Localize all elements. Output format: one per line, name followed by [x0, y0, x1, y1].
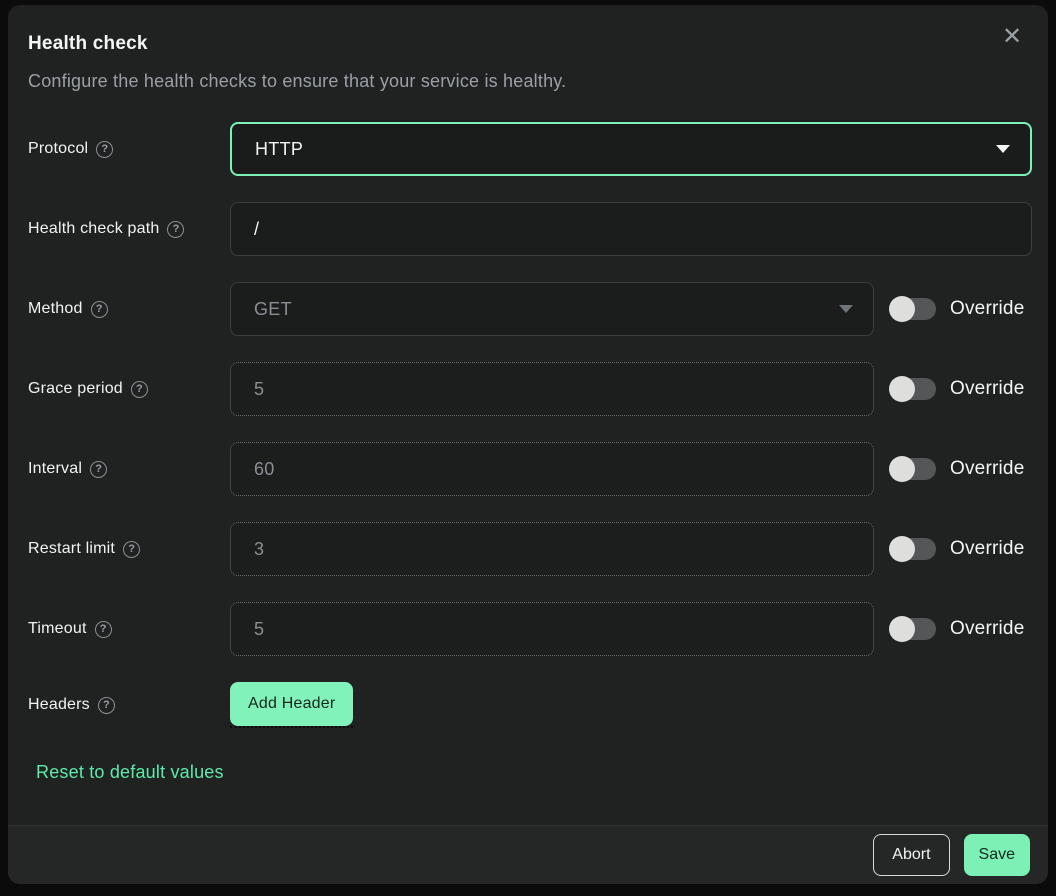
restart-limit-input[interactable] [230, 522, 874, 576]
restart-limit-label: Restart limit [28, 540, 115, 558]
override-toggle-timeout[interactable]: Override [890, 618, 1024, 640]
chevron-down-icon [996, 145, 1010, 153]
override-toggle-restart-limit[interactable]: Override [890, 538, 1024, 560]
field-row-method: Method ? GET Override [28, 282, 1032, 336]
add-header-button[interactable]: Add Header [230, 682, 353, 726]
override-toggle-interval[interactable]: Override [890, 458, 1024, 480]
field-row-restart-limit: Restart limit ? Override [28, 522, 1032, 576]
health-check-modal: Health check ✕ Configure the health chec… [8, 5, 1048, 884]
chevron-down-icon [839, 305, 853, 313]
help-icon[interactable]: ? [98, 697, 115, 714]
method-select-value: GET [254, 299, 292, 320]
grace-period-input[interactable] [230, 362, 874, 416]
help-icon[interactable]: ? [131, 381, 148, 398]
page-title: Health check [28, 33, 1032, 55]
override-toggle-method[interactable]: Override [890, 298, 1024, 320]
form-rows: Protocol ? HTTP Health check path ? [28, 122, 1032, 728]
reset-to-defaults-link[interactable]: Reset to default values [36, 762, 224, 783]
field-row-path: Health check path ? [28, 202, 1032, 256]
field-row-headers: Headers ? Add Header [28, 682, 1032, 728]
protocol-label: Protocol [28, 140, 88, 158]
override-label: Override [950, 458, 1024, 480]
help-icon[interactable]: ? [95, 621, 112, 638]
help-icon[interactable]: ? [167, 221, 184, 238]
method-select[interactable]: GET [230, 282, 874, 336]
help-icon[interactable]: ? [123, 541, 140, 558]
timeout-label: Timeout [28, 620, 87, 638]
close-icon[interactable]: ✕ [996, 21, 1028, 53]
toggle-knob [889, 616, 915, 642]
path-label: Health check path [28, 220, 159, 238]
interval-label: Interval [28, 460, 82, 478]
override-label: Override [950, 538, 1024, 560]
toggle-track [890, 618, 936, 640]
help-icon[interactable]: ? [91, 301, 108, 318]
grace-period-label: Grace period [28, 380, 123, 398]
protocol-select-value: HTTP [255, 139, 303, 160]
toggle-knob [889, 376, 915, 402]
field-row-interval: Interval ? Override [28, 442, 1032, 496]
headers-label: Headers [28, 696, 90, 714]
toggle-track [890, 298, 936, 320]
modal-subtitle: Configure the health checks to ensure th… [28, 71, 1032, 92]
override-label: Override [950, 378, 1024, 400]
modal-footer: Abort Save [8, 825, 1048, 884]
abort-button[interactable]: Abort [873, 834, 949, 876]
field-row-grace-period: Grace period ? Override [28, 362, 1032, 416]
help-icon[interactable]: ? [96, 141, 113, 158]
field-row-protocol: Protocol ? HTTP [28, 122, 1032, 176]
override-label: Override [950, 618, 1024, 640]
toggle-knob [889, 456, 915, 482]
toggle-track [890, 538, 936, 560]
toggle-knob [889, 296, 915, 322]
protocol-select[interactable]: HTTP [230, 122, 1032, 176]
override-toggle-grace-period[interactable]: Override [890, 378, 1024, 400]
field-row-timeout: Timeout ? Override [28, 602, 1032, 656]
override-label: Override [950, 298, 1024, 320]
toggle-knob [889, 536, 915, 562]
save-button[interactable]: Save [964, 834, 1030, 876]
interval-input[interactable] [230, 442, 874, 496]
path-input[interactable] [230, 202, 1032, 256]
toggle-track [890, 458, 936, 480]
toggle-track [890, 378, 936, 400]
help-icon[interactable]: ? [90, 461, 107, 478]
method-label: Method [28, 300, 83, 318]
timeout-input[interactable] [230, 602, 874, 656]
